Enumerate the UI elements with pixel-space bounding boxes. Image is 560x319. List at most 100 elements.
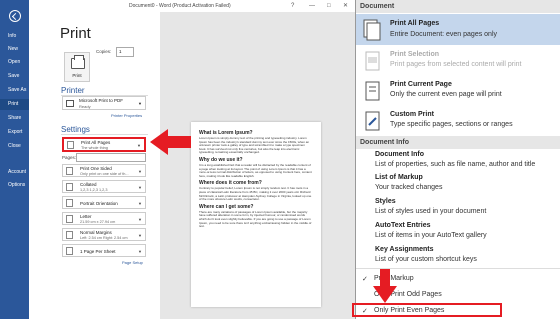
red-arrow-down-icon — [373, 269, 397, 303]
nav-share[interactable]: Share — [0, 113, 29, 124]
nav-options[interactable]: Options — [0, 180, 29, 191]
option-list-of-markup[interactable]: List of Markup Your tracked changes — [356, 172, 560, 196]
chevron-down-icon: ▼ — [138, 185, 142, 190]
orientation-select[interactable]: Portrait Orientation ▼ — [62, 196, 146, 209]
option-title: Collated — [80, 182, 97, 187]
chevron-down-icon: ▼ — [137, 143, 141, 148]
pages-input[interactable] — [76, 153, 146, 162]
option-title: Styles — [375, 198, 396, 205]
selected-option-highlight — [352, 303, 502, 317]
printer-status: Ready — [79, 104, 91, 109]
collated-icon — [66, 183, 73, 191]
nav-export[interactable]: Export — [0, 127, 29, 138]
option-description: Print pages from selected content will p… — [390, 61, 522, 68]
pages-icon — [67, 141, 74, 149]
print-button[interactable]: Print — [64, 52, 90, 82]
preview-paragraph: There are many variations of passages of… — [199, 209, 312, 229]
option-title: List of Markup — [375, 174, 423, 181]
option-title: Portrait Orientation — [80, 201, 118, 206]
option-print-current-page[interactable]: Print Current Page Only the current even… — [356, 76, 560, 106]
margins-select[interactable]: Normal Margins Left: 2.54 cm Right: 2.54… — [62, 228, 146, 241]
back-arrow-icon[interactable] — [9, 10, 21, 22]
option-description: Only the current even page will print — [390, 91, 502, 98]
print-range-select[interactable]: Print All Pages The whole thing ▼ — [62, 137, 146, 152]
divider — [61, 134, 148, 135]
dropdown-section-header: Document Info — [356, 136, 560, 149]
title-bar: Document0 - Word (Product Activation Fai… — [29, 0, 355, 12]
current-page-icon — [365, 81, 380, 101]
option-subtitle: 21.59 cm x 27.94 cm — [80, 220, 116, 224]
preview-heading: Where can I get some? — [199, 203, 254, 210]
option-print-selection[interactable]: Print Selection Print pages from selecte… — [356, 46, 560, 76]
option-subtitle: Only print on one side of th... — [80, 172, 129, 176]
checkmark-icon: ✓ — [362, 276, 368, 283]
option-description: List of properties, such as file name, a… — [375, 161, 536, 168]
preview-page: What is Lorem Ipsum? Lorem Ipsum is simp… — [191, 122, 321, 307]
pages-label: Pages: — [62, 155, 77, 160]
option-subtitle: The whole thing — [81, 146, 108, 150]
minimize-icon[interactable]: — — [309, 0, 315, 12]
red-arrow-left-icon — [150, 129, 191, 155]
option-subtitle: Left: 2.54 cm Right: 2.54 cm — [80, 236, 128, 240]
close-icon[interactable]: ✕ — [343, 0, 348, 12]
option-description: Entire Document: even pages only — [390, 31, 498, 38]
printer-select[interactable]: Microsoft Print to PDF Ready ▼ — [62, 96, 146, 110]
option-description: List of styles used in your document — [375, 208, 487, 215]
option-title: Custom Print — [390, 111, 434, 118]
chevron-down-icon: ▼ — [138, 217, 142, 222]
option-print-all-pages[interactable]: Print All Pages Entire Document: even pa… — [356, 14, 560, 45]
printer-name: Microsoft Print to PDF — [79, 98, 124, 103]
page-setup-link[interactable]: Page Setup — [122, 260, 143, 265]
nav-save-as[interactable]: Save As — [0, 85, 29, 96]
dropdown-section-header: Document — [356, 0, 560, 13]
option-description: List of your custom shortcut keys — [375, 256, 477, 263]
nav-print[interactable]: Print — [0, 99, 29, 110]
selection-icon — [365, 51, 380, 71]
maximize-icon[interactable]: □ — [327, 0, 331, 12]
option-custom-print[interactable]: Custom Print Type specific pages, sectio… — [356, 106, 560, 136]
nav-open[interactable]: Open — [0, 57, 29, 68]
chevron-down-icon: ▼ — [138, 233, 142, 238]
nav-new[interactable]: New — [0, 44, 29, 55]
paper-size-select[interactable]: Letter 21.59 cm x 27.94 cm ▼ — [62, 212, 146, 225]
option-title: Print One Sided — [80, 166, 112, 171]
option-title: Document Info — [375, 151, 424, 158]
option-autotext-entries[interactable]: AutoText Entries List of items in your A… — [356, 220, 560, 244]
nav-save[interactable]: Save — [0, 71, 29, 82]
nav-close[interactable]: Close — [0, 141, 29, 152]
option-styles[interactable]: Styles List of styles used in your docum… — [356, 196, 560, 220]
settings-heading: Settings — [61, 125, 90, 134]
sides-select[interactable]: Print One Sided Only print on one side o… — [62, 164, 146, 177]
preview-paragraph: Lorem Ipsum is simply dummy text of the … — [199, 136, 310, 155]
option-title: Print All Pages — [81, 140, 111, 145]
option-document-info[interactable]: Document Info List of properties, such a… — [356, 150, 560, 172]
option-title: Normal Margins — [80, 230, 112, 235]
chevron-down-icon: ▼ — [138, 101, 142, 106]
collation-select[interactable]: Collated 1,2,3 1,2,3 1,2,3 ▼ — [62, 180, 146, 193]
option-title: AutoText Entries — [375, 222, 431, 229]
pages-per-sheet-select[interactable]: 1 Page Per Sheet ▼ — [62, 244, 146, 257]
window-title: Document0 - Word (Product Activation Fai… — [129, 3, 231, 9]
one-sided-icon — [66, 167, 73, 175]
nav-info[interactable]: Info — [0, 31, 29, 42]
chevron-down-icon: ▼ — [138, 249, 142, 254]
custom-print-icon — [365, 111, 380, 131]
nav-account[interactable]: Account — [0, 167, 29, 178]
chevron-down-icon: ▼ — [138, 169, 142, 174]
printer-properties-link[interactable]: Printer Properties — [111, 113, 142, 118]
option-title: 1 Page Per Sheet — [80, 249, 116, 254]
preview-paragraph: It is a long established fact that a rea… — [199, 162, 312, 178]
preview-paragraph: Contrary to popular belief, Lorem Ipsum … — [199, 186, 312, 202]
page-title: Print — [60, 25, 91, 42]
printer-heading: Printer — [61, 86, 85, 95]
option-key-assignments[interactable]: Key Assignments List of your custom shor… — [356, 244, 560, 268]
printer-small-icon — [66, 100, 74, 107]
portrait-icon — [66, 199, 73, 207]
help-icon[interactable]: ? — [291, 0, 294, 12]
option-title: Print Current Page — [390, 81, 452, 88]
option-subtitle: 1,2,3 1,2,3 1,2,3 — [80, 188, 108, 192]
print-button-label: Print — [72, 73, 82, 78]
copies-input[interactable]: 1 — [116, 47, 134, 57]
option-title: Print All Pages — [390, 20, 440, 27]
all-pages-icon — [363, 19, 381, 41]
